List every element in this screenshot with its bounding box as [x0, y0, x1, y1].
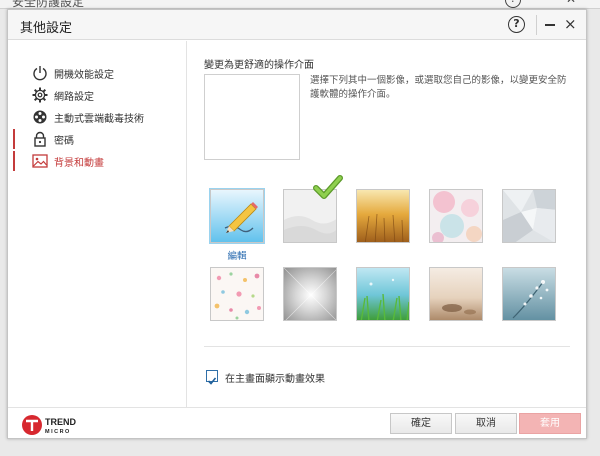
pencil-icon [211, 190, 263, 242]
section-heading: 變更為更舒適的操作介面 [204, 60, 314, 71]
parent-window-titlebar: 安全防護設定 ? ✕ [0, 0, 600, 9]
logo-subtext: MICRO [45, 429, 71, 435]
sandy-beach-image [430, 268, 482, 320]
apply-button[interactable]: 套用 [519, 413, 581, 434]
sidebar-item-label: 網路設定 [54, 92, 94, 103]
thumbnail-silver-radial[interactable] [283, 267, 337, 321]
power-icon [33, 66, 47, 81]
sidebar-item-background-animation[interactable]: 背景和動畫 [13, 151, 187, 171]
trend-micro-logo: TREND MICRO [22, 415, 76, 435]
sidebar: 開機效能設定 網路設定 主動式雲端截毒技術 密碼 背景和動畫 [8, 41, 187, 407]
show-animation-checkbox[interactable] [206, 370, 218, 385]
cancel-button[interactable]: 取消 [455, 413, 517, 434]
dialog-titlebar: 其他設定 ? × [8, 10, 586, 40]
show-animation-label: 在主畫面顯示動畫效果 [225, 374, 325, 385]
dialog-title: 其他設定 [20, 21, 73, 36]
background-preview [204, 74, 300, 160]
thumbnail-sandy-beach[interactable] [429, 267, 483, 321]
dialog-footer: TREND MICRO 確定 取消 套用 [8, 407, 586, 438]
sidebar-item-label: 主動式雲端截毒技術 [54, 114, 144, 125]
background-settings-panel: 變更為更舒適的操作介面 選擇下列其中一個影像，或選取您自己的影像，以變更安全防護… [188, 41, 586, 407]
sidebar-item-password[interactable]: 密碼 [13, 129, 187, 149]
silver-radial-image [284, 268, 336, 320]
parent-window-title: 安全防護設定 [12, 0, 85, 9]
pastel-bubbles-image [430, 190, 482, 242]
minimize-button[interactable] [545, 24, 555, 26]
parent-help-icon[interactable]: ? [505, 0, 521, 8]
thumbnail-edit-custom[interactable] [210, 189, 264, 243]
section-divider [204, 346, 570, 347]
help-button[interactable]: ? [508, 16, 525, 33]
colorful-dots-image [211, 268, 263, 320]
settings-dialog: 其他設定 ? × 開機效能設定 網路設定 主動式雲端截毒技術 密碼 背景和動畫 … [7, 9, 587, 439]
selected-check-icon [313, 175, 343, 199]
sidebar-item-label: 背景和動畫 [54, 158, 104, 169]
sidebar-item-label: 密碼 [54, 136, 74, 147]
thumbnail-pastel-bubbles[interactable] [429, 189, 483, 243]
close-button[interactable]: × [564, 15, 577, 33]
thumbnail-blue-blossom[interactable] [502, 267, 556, 321]
gear-icon [32, 87, 48, 103]
sidebar-item-network-settings[interactable]: 網路設定 [13, 85, 187, 105]
edit-custom-image-link[interactable]: 編輯 [210, 248, 264, 262]
golden-wheat-image [357, 190, 409, 242]
sidebar-item-startup-performance[interactable]: 開機效能設定 [13, 63, 187, 83]
section-description: 選擇下列其中一個影像，或選取您自己的影像，以變更安全防護軟體的操作介面。 [310, 75, 567, 100]
lock-icon [34, 131, 46, 147]
image-icon [32, 154, 48, 168]
titlebar-divider [536, 15, 537, 35]
thumbnail-colorful-dots[interactable] [210, 267, 264, 321]
thumbnail-golden-wheat[interactable] [356, 189, 410, 243]
parent-close-icon[interactable]: ✕ [566, 0, 576, 6]
logo-text: TREND [45, 417, 76, 427]
ok-button[interactable]: 確定 [390, 413, 452, 434]
sidebar-item-cloud-scan[interactable]: 主動式雲端截毒技術 [13, 107, 187, 127]
green-grass-image [357, 268, 409, 320]
film-reel-icon [33, 110, 47, 124]
thumbnail-gray-polygons[interactable] [502, 189, 556, 243]
blue-blossom-image [503, 268, 555, 320]
sidebar-item-label: 開機效能設定 [54, 70, 114, 81]
gray-polygons-image [503, 190, 555, 242]
thumbnail-green-grass[interactable] [356, 267, 410, 321]
checkmark-icon [207, 377, 217, 385]
